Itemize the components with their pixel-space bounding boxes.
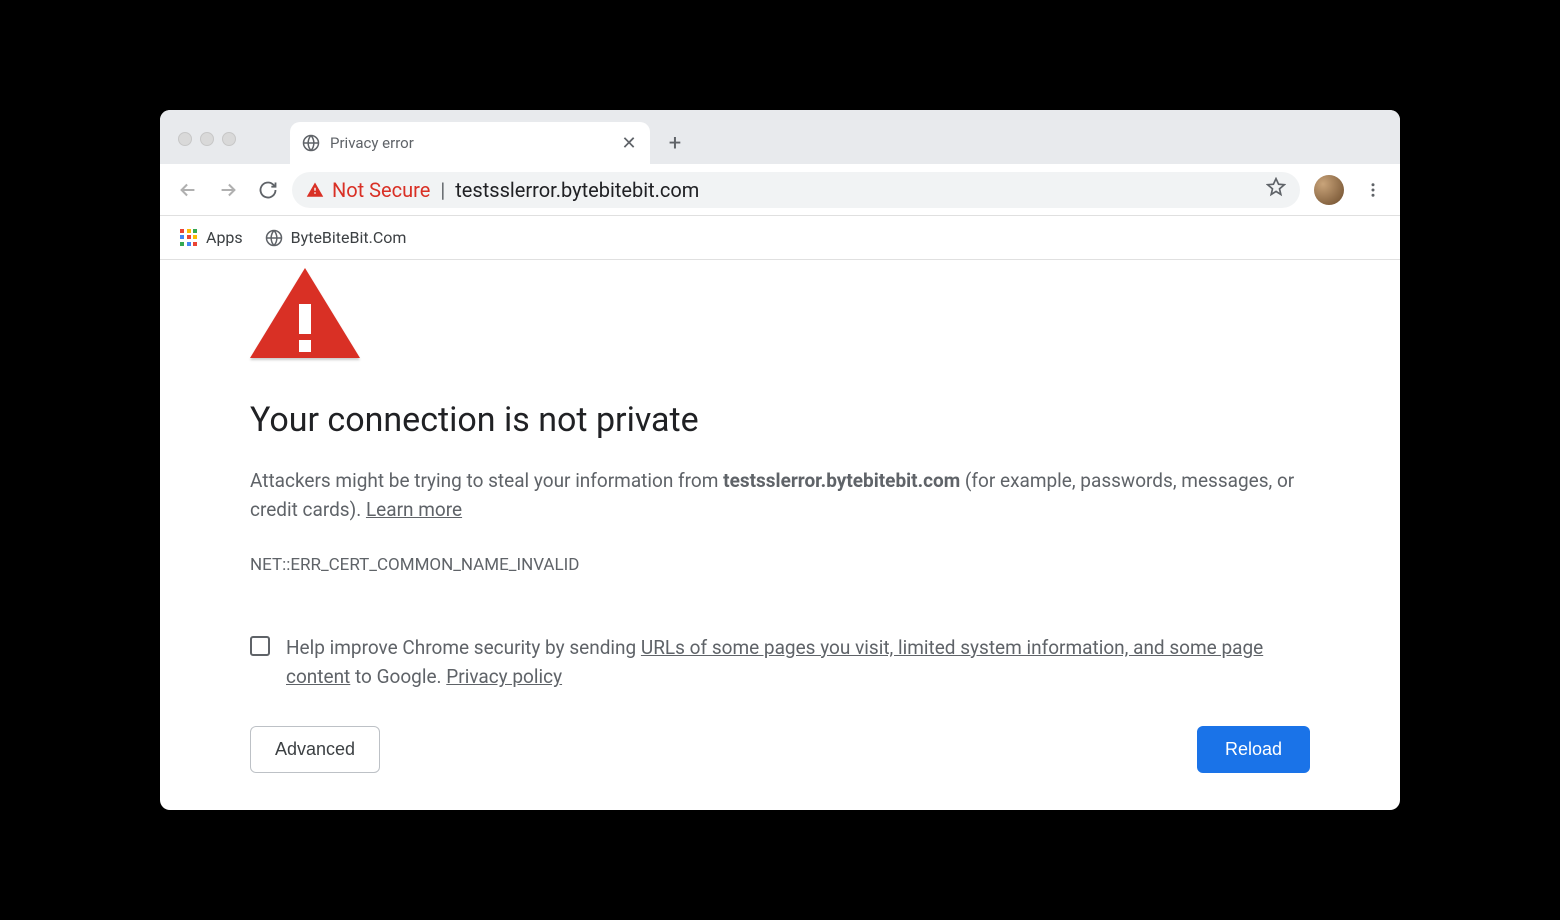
profile-avatar[interactable] xyxy=(1314,175,1344,205)
forward-button[interactable] xyxy=(212,174,244,206)
advanced-button[interactable]: Advanced xyxy=(250,726,380,773)
apps-shortcut[interactable]: Apps xyxy=(174,224,249,251)
error-body: Attackers might be trying to steal your … xyxy=(250,466,1310,525)
omnibox-separator: | xyxy=(440,178,445,202)
browser-window: Privacy error ✕ + Not Secure | testssler… xyxy=(160,110,1400,810)
optin-text: Help improve Chrome security by sending … xyxy=(286,633,1310,692)
back-button[interactable] xyxy=(172,174,204,206)
bookmarks-bar: Apps ByteBiteBit.Com xyxy=(160,216,1400,260)
danger-triangle-icon xyxy=(250,268,360,358)
window-close-button[interactable] xyxy=(178,132,192,146)
window-minimize-button[interactable] xyxy=(200,132,214,146)
privacy-policy-link[interactable]: Privacy policy xyxy=(446,665,562,688)
window-zoom-button[interactable] xyxy=(222,132,236,146)
toolbar: Not Secure | testsslerror.bytebitebit.co… xyxy=(160,164,1400,216)
chrome-menu-button[interactable] xyxy=(1358,175,1388,205)
reload-button[interactable] xyxy=(252,174,284,206)
globe-icon xyxy=(302,134,320,152)
address-bar[interactable]: Not Secure | testsslerror.bytebitebit.co… xyxy=(292,172,1300,208)
tab-title: Privacy error xyxy=(330,134,610,152)
reload-page-button[interactable]: Reload xyxy=(1197,726,1310,773)
bookmark-star-icon[interactable] xyxy=(1266,177,1286,202)
learn-more-link[interactable]: Learn more xyxy=(366,498,462,521)
error-code: NET::ERR_CERT_COMMON_NAME_INVALID xyxy=(250,555,1310,575)
security-warning-icon xyxy=(306,181,324,199)
error-headline: Your connection is not private xyxy=(250,400,1310,440)
bookmark-label: ByteBiteBit.Com xyxy=(291,228,407,247)
window-controls xyxy=(178,132,236,146)
browser-tab[interactable]: Privacy error ✕ xyxy=(290,122,650,164)
page-content: Your connection is not private Attackers… xyxy=(160,260,1400,810)
apps-grid-icon xyxy=(180,229,198,247)
optin-prefix: Help improve Chrome security by sending xyxy=(286,636,641,659)
security-status-label: Not Secure xyxy=(332,178,430,202)
new-tab-button[interactable]: + xyxy=(660,128,690,158)
bookmark-item[interactable]: ByteBiteBit.Com xyxy=(257,224,415,251)
url-text: testsslerror.bytebitebit.com xyxy=(455,178,699,202)
tab-strip: Privacy error ✕ + xyxy=(160,110,1400,164)
optin-mid: to Google. xyxy=(350,665,446,688)
button-row: Advanced Reload xyxy=(250,726,1310,773)
safe-browsing-optin: Help improve Chrome security by sending … xyxy=(250,633,1310,692)
apps-label: Apps xyxy=(206,228,243,247)
error-body-domain: testsslerror.bytebitebit.com xyxy=(723,469,960,492)
close-tab-button[interactable]: ✕ xyxy=(620,134,638,152)
optin-checkbox[interactable] xyxy=(250,636,270,656)
error-body-prefix: Attackers might be trying to steal your … xyxy=(250,469,723,492)
globe-icon xyxy=(265,229,283,247)
